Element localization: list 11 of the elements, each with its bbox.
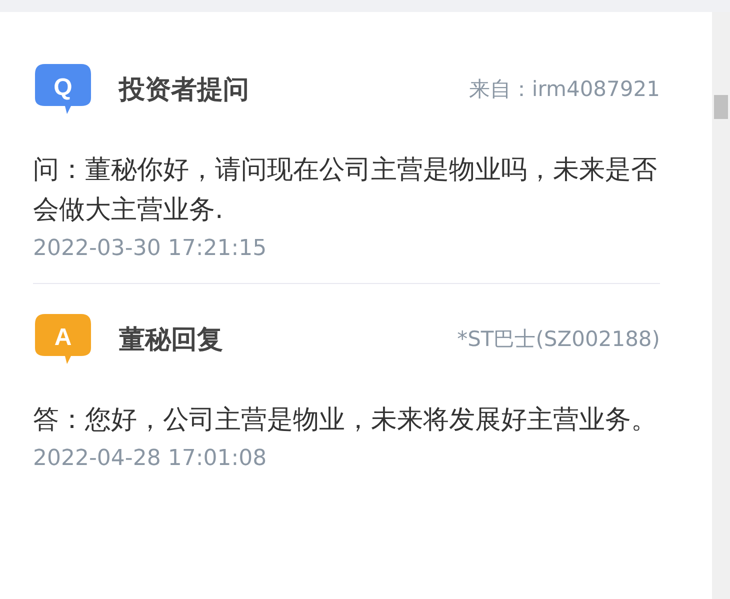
- source-label: *ST巴士(SZ002188): [457, 326, 660, 353]
- timestamp: 2022-03-30 17:21:15: [33, 236, 268, 261]
- section-title: 投资者提问: [119, 74, 250, 106]
- scrollbar[interactable]: [712, 12, 730, 599]
- timestamp: 2022-04-28 17:01:08: [33, 446, 268, 471]
- speech-bubble-icon: Q: [33, 62, 93, 116]
- section-title: 董秘回复: [119, 324, 224, 356]
- speech-bubble-icon: A: [33, 312, 93, 366]
- source-label: 来自：irm4087921: [468, 76, 660, 103]
- message-text: 问：董秘你好，请问现在公司主营是物业吗，未来是否会做大主营业务.: [33, 154, 658, 227]
- message-text: 答：您好，公司主营是物业，未来将发展好主营业务。: [33, 404, 658, 437]
